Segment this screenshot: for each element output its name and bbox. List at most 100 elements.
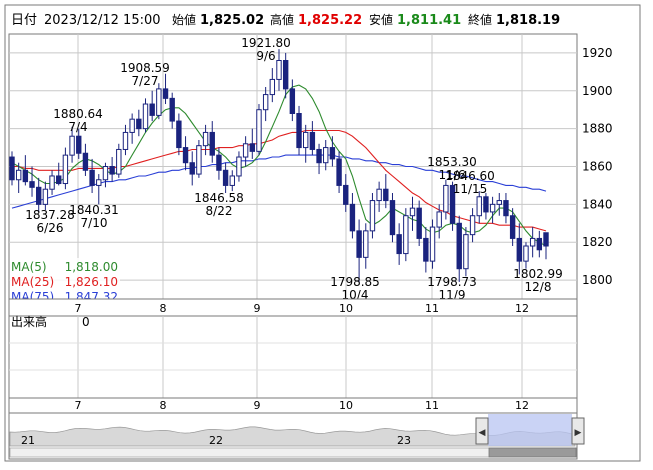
navigator-selection (488, 414, 572, 446)
month-tick-label: 7 (75, 302, 82, 315)
candle-body (116, 148, 122, 175)
candle-body (9, 156, 15, 181)
candle-body (96, 179, 102, 186)
candle-body (56, 175, 62, 185)
datetime-value: 2023/12/12 15:00 (44, 13, 161, 28)
candle-body (262, 94, 269, 111)
annotation-date: 8/22 (206, 204, 233, 218)
volume-month-tick-label: 9 (254, 399, 261, 412)
price-tick-label: 1900 (582, 84, 613, 98)
candle-body (156, 88, 162, 116)
candle-body (396, 234, 402, 255)
candle-body (176, 120, 182, 149)
candle-body (496, 200, 502, 205)
candle-body (523, 245, 529, 262)
low-label: 安値 (369, 12, 393, 27)
candle-body (323, 147, 329, 164)
month-tick-label: 10 (339, 302, 353, 315)
candle-body (376, 188, 382, 202)
candle-body (336, 158, 342, 186)
candle-body (543, 232, 549, 247)
candle-body (269, 78, 276, 96)
candle-body (162, 88, 169, 99)
close-value: 1,818.19 (496, 13, 560, 28)
price-tick-label: 1820 (582, 235, 613, 249)
candle-body (142, 103, 149, 130)
header-bar: 日付 2023/12/12 15:00 始値 1,825.02 高値 1,825… (11, 12, 560, 28)
candle-body (363, 230, 369, 258)
month-axis-strip (8, 298, 578, 317)
candle-body (443, 184, 449, 213)
candle-body (416, 207, 422, 239)
volume-month-axis-strip (8, 397, 578, 414)
annotation-value: 1837.28 (25, 208, 75, 222)
annotation-date: 12/8 (525, 280, 552, 294)
navigator-scrollbar-thumb (488, 447, 577, 458)
candle-body (536, 237, 543, 251)
candle-body (196, 145, 202, 175)
candle-body (356, 230, 362, 258)
legend-value: 1,818.00 (65, 260, 118, 274)
candle-body (236, 156, 242, 177)
candle-body (209, 131, 215, 156)
annotation-date: 7/27 (132, 74, 159, 88)
month-tick-label: 11 (425, 302, 439, 315)
month-tick-label: 9 (254, 302, 261, 315)
candle-body (69, 135, 75, 156)
annotation-date: 7/10 (81, 216, 108, 230)
candle-body (489, 203, 496, 213)
candle-body (383, 188, 389, 202)
candle-body (169, 97, 175, 122)
candle-body (182, 147, 189, 164)
candle-body (129, 118, 135, 133)
candle-body (22, 169, 29, 183)
month-tick-label: 8 (160, 302, 167, 315)
volume-value: 0 (82, 315, 90, 329)
candle-body (15, 169, 22, 181)
candle-body (369, 200, 376, 232)
price-tick-label: 1860 (582, 160, 613, 174)
candle-body (349, 203, 356, 232)
candle-body (149, 103, 155, 116)
candle-body (36, 186, 42, 205)
candle-body (436, 211, 442, 228)
chart-svg: 日付 2023/12/12 15:00 始値 1,825.02 高値 1,825… (4, 4, 641, 462)
candle-body (276, 60, 282, 80)
price-tick-label: 1880 (582, 122, 613, 136)
candle-body (242, 143, 249, 158)
candle-body (29, 181, 35, 188)
candle-body (389, 200, 396, 236)
candle-body (109, 166, 115, 175)
open-value: 1,825.02 (200, 13, 264, 28)
volume-month-tick-label: 7 (75, 399, 82, 412)
candle-body (249, 143, 256, 152)
annotation-value: 1802.99 (513, 267, 563, 281)
candle-body (316, 148, 322, 164)
annotation-value: 1846.60 (445, 169, 495, 183)
candle-body (476, 196, 482, 217)
volume-label: 出来高 (11, 314, 47, 329)
candle-body (409, 207, 416, 217)
candle-body (343, 184, 349, 205)
candle-body (42, 188, 49, 205)
candle-body (122, 131, 129, 150)
annotation-value: 1908.59 (120, 61, 170, 75)
annotation-date: 7/4 (68, 120, 87, 134)
ma-legend: MA(5) 1,818.00MA(25) 1,826.10MA(75) 1,847.3… (10, 258, 120, 304)
navigator-year-label: 23 (397, 434, 411, 447)
navigator-year-label: 22 (209, 434, 223, 447)
candle-body (309, 131, 316, 150)
open-label: 始値 (172, 12, 196, 27)
annotation-date: 9/6 (256, 49, 275, 63)
annotation-value: 1798.85 (330, 275, 380, 289)
candle-body (423, 237, 429, 262)
candle-body (229, 175, 235, 186)
volume-month-tick-label: 12 (515, 399, 529, 412)
candle-body (136, 118, 142, 130)
legend-name: MA(25) (11, 275, 54, 289)
annotation-value: 1846.58 (194, 191, 244, 205)
candle-body (102, 166, 109, 181)
annotation-value: 1853.30 (427, 155, 477, 169)
candle-body (516, 237, 522, 262)
volume-month-tick-label: 10 (339, 399, 353, 412)
